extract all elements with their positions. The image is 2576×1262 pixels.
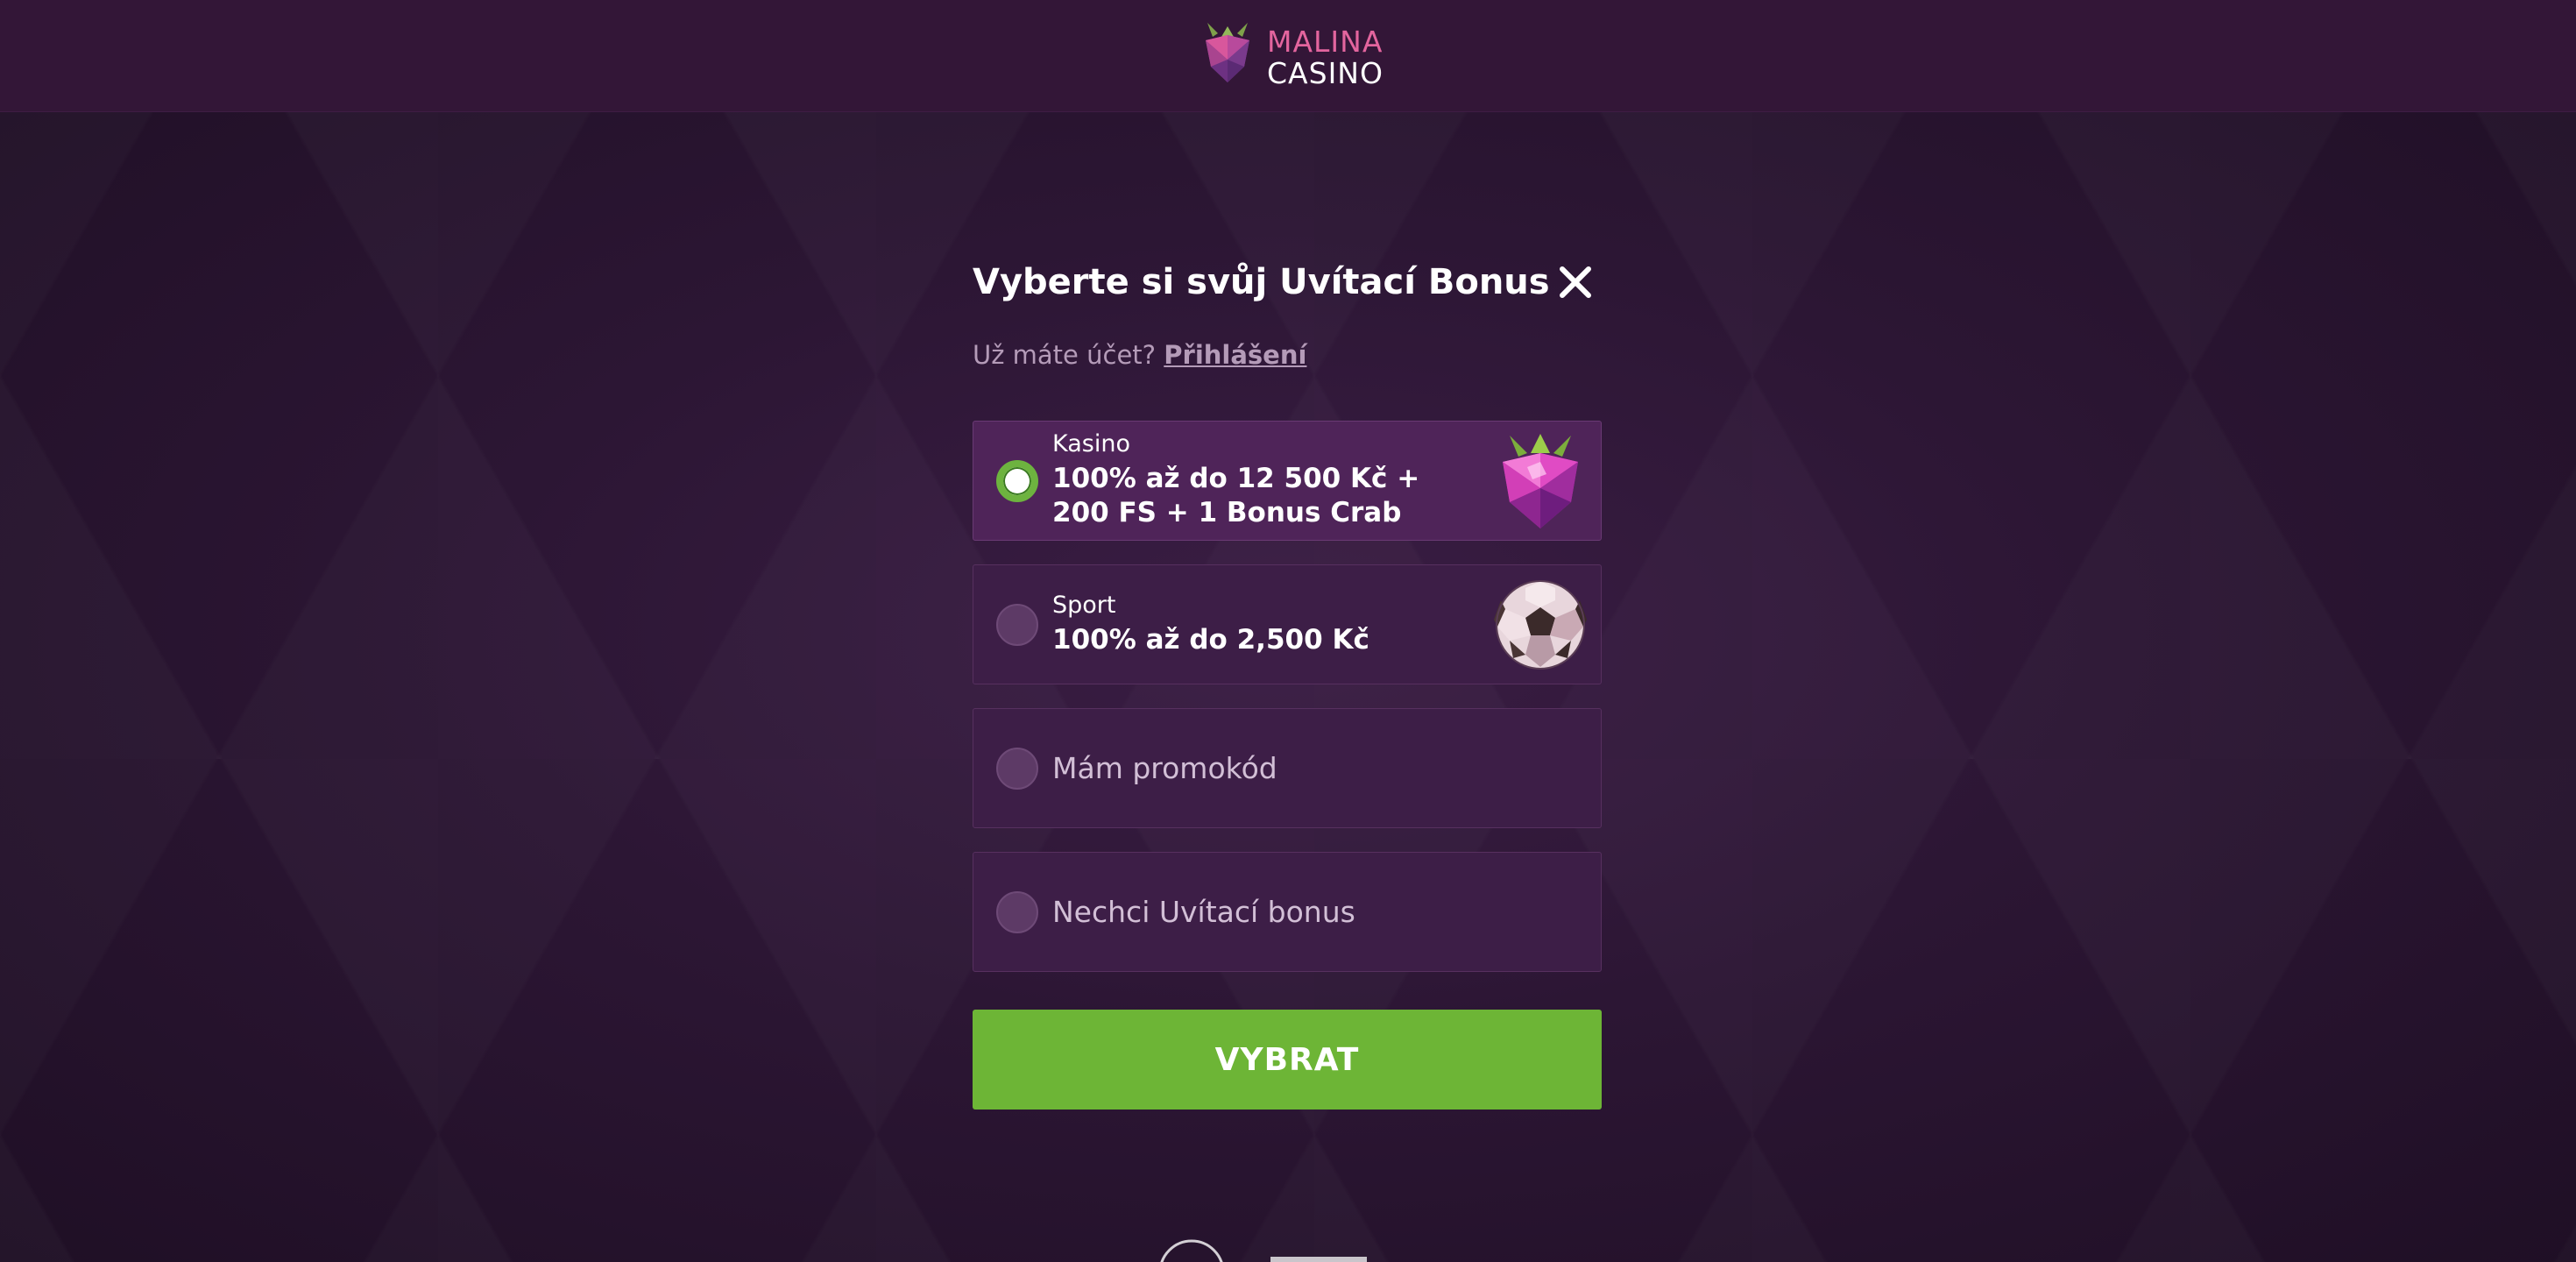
top-bar: MALINA CASINO [0, 0, 2576, 112]
login-link[interactable]: Přihlášení [1164, 340, 1306, 370]
bottom-partial-icon [1160, 1239, 1367, 1262]
option-label: Nechci Uvítací bonus [1052, 894, 1355, 929]
logo-text-malina: MALINA [1267, 25, 1384, 59]
option-category: Kasino [1052, 430, 1130, 457]
option-category: Sport [1052, 592, 1116, 619]
radio-no-bonus[interactable] [996, 890, 1038, 933]
login-prompt: Už máte účet? Přihlášení [973, 340, 1306, 370]
logo-text-casino: CASINO [1267, 56, 1384, 90]
soccer-ball-icon [1494, 580, 1587, 670]
select-button[interactable]: VYBRAT [973, 1010, 1602, 1110]
bonus-option-none[interactable]: Nechci Uvítací bonus [973, 852, 1602, 972]
modal-title: Vyberte si svůj Uvítací Bonus [973, 262, 1550, 302]
casino-logo[interactable]: MALINA CASINO [1200, 21, 1384, 89]
radio-promo-code[interactable] [996, 747, 1038, 790]
option-label: Mám promokód [1052, 750, 1277, 785]
bonus-option-sport[interactable]: Sport 100% až do 2,500 Kč [973, 564, 1602, 684]
account-question: Už máte účet? [973, 340, 1157, 370]
radio-sport[interactable] [996, 603, 1038, 646]
raspberry-gem-icon [1503, 434, 1578, 528]
raspberry-logo-icon [1206, 23, 1249, 82]
option-offer: 100% až do 2,500 Kč [1052, 624, 1369, 656]
option-offer: 100% až do 12 500 Kč + 200 FS + 1 Bonus … [1052, 463, 1420, 528]
bonus-option-casino[interactable]: Kasino 100% až do 12 500 Kč + 200 FS + 1… [973, 421, 1602, 541]
radio-casino[interactable] [996, 459, 1038, 502]
close-icon[interactable] [1558, 265, 1593, 300]
bonus-option-promo-code[interactable]: Mám promokód [973, 708, 1602, 828]
